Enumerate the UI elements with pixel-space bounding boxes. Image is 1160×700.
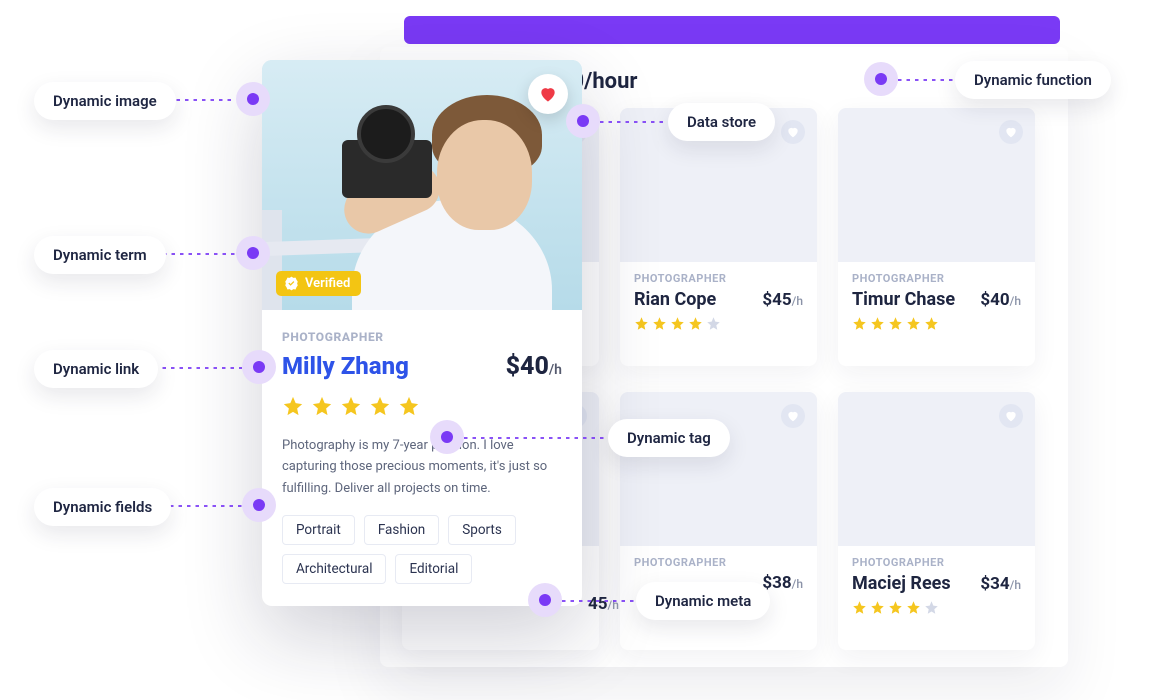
star-icon [870,316,885,331]
star-icon [924,600,939,615]
card-rate: $34/h [980,574,1021,594]
card-category: PHOTOGRAPHER [852,272,1021,285]
heart-icon [538,84,558,104]
annotation-dot [430,420,464,454]
annotation-dot [236,82,270,116]
card-thumb [838,108,1035,262]
heart-icon [786,409,800,423]
annotation-dynamic-fields: Dynamic fields [34,488,171,526]
card-category: PHOTOGRAPHER [634,272,803,285]
card-stars [852,600,1021,615]
featured-image: Verified [262,60,582,310]
top-accent-bar [404,16,1060,44]
annotation-dynamic-function: Dynamic function [955,61,1111,99]
star-icon [282,395,304,417]
star-icon [688,316,703,331]
photographer-card[interactable]: PHOTOGRAPHER Rian Cope $45/h [620,108,817,366]
card-name[interactable]: Rian Cope [634,289,716,310]
annotation-dynamic-image: Dynamic image [34,82,176,120]
tag[interactable]: Fashion [364,515,439,545]
card-thumb [620,392,817,546]
card-rate-peek: 45/h [588,594,619,614]
photographer-card[interactable]: PHOTOGRAPHER Maciej Rees $34/h [838,392,1035,650]
star-icon [870,600,885,615]
star-icon [924,316,939,331]
star-icon [852,600,867,615]
annotation-dynamic-meta: Dynamic meta [636,582,770,620]
tag[interactable]: Portrait [282,515,355,545]
featured-name-link[interactable]: Milly Zhang [282,352,409,380]
star-icon [311,395,333,417]
featured-card[interactable]: Verified PHOTOGRAPHER Milly Zhang $40/h … [262,60,582,606]
favorite-button[interactable] [781,120,805,144]
annotation-dot [242,350,276,384]
star-icon [634,316,649,331]
star-icon [652,316,667,331]
star-icon [706,316,721,331]
star-icon [670,316,685,331]
star-icon [888,316,903,331]
tag[interactable]: Sports [448,515,516,545]
card-stars [852,316,1021,331]
photographer-card[interactable]: PHOTOGRAPHER Timur Chase $40/h [838,108,1035,366]
star-icon [906,600,921,615]
verified-icon [284,276,299,291]
card-category: PHOTOGRAPHER [852,556,1021,569]
annotation-dot [566,104,600,138]
featured-rate: $40/h [506,352,562,381]
star-icon [888,600,903,615]
annotation-dot [528,583,562,617]
star-icon [340,395,362,417]
annotation-dynamic-term: Dynamic term [34,236,166,274]
featured-stars [282,395,562,417]
annotation-dot [242,488,276,522]
card-stars [634,316,803,331]
tag[interactable]: Editorial [395,554,472,584]
annotation-dynamic-tag: Dynamic tag [608,419,730,457]
star-icon [369,395,391,417]
favorite-button[interactable] [528,74,568,114]
star-icon [398,395,420,417]
card-rate: $38/h [762,573,803,593]
card-rate: $40/h [980,290,1021,310]
star-icon [852,316,867,331]
verified-badge: Verified [276,271,361,296]
tag[interactable]: Architectural [282,554,386,584]
annotation-dot [864,62,898,96]
card-thumb [838,392,1035,546]
annotation-dot [236,236,270,270]
annotation-data-store: Data store [668,103,775,141]
featured-tags: Portrait Fashion Sports Architectural Ed… [282,515,562,584]
featured-bio: Photography is my 7-year passion. I love… [282,435,562,499]
star-icon [906,316,921,331]
card-name[interactable]: Maciej Rees [852,573,951,594]
favorite-button[interactable] [781,404,805,428]
heart-icon [1004,125,1018,139]
verified-label: Verified [305,276,350,291]
card-category: PHOTOGRAPHER [634,556,803,569]
heart-icon [1004,409,1018,423]
featured-category: PHOTOGRAPHER [282,330,562,344]
card-rate: $45/h [762,290,803,310]
card-name[interactable]: Timur Chase [852,289,955,310]
favorite-button[interactable] [999,404,1023,428]
annotation-dynamic-link: Dynamic link [34,350,158,388]
heart-icon [786,125,800,139]
favorite-button[interactable] [999,120,1023,144]
